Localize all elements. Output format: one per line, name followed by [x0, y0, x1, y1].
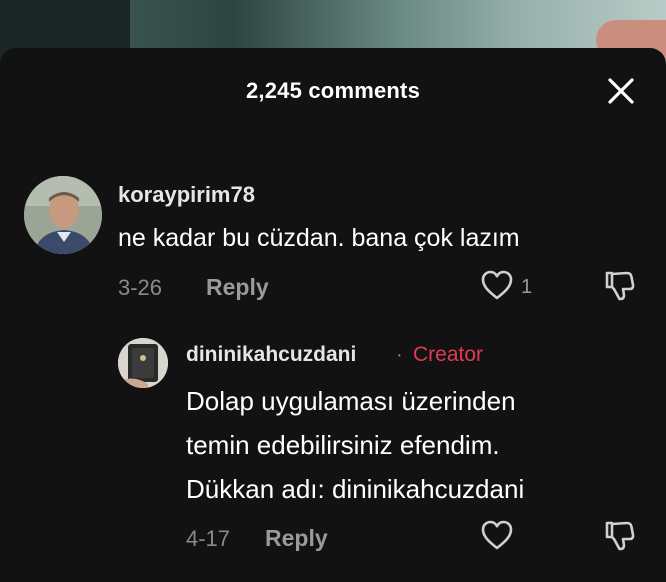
reply-dislike-button[interactable]	[603, 518, 637, 552]
dislike-icon	[605, 521, 635, 551]
avatar-photo	[118, 338, 168, 388]
comments-sheet: 2,245 comments koraypirim78 ne kadar bu …	[0, 48, 666, 582]
dislike-icon	[605, 271, 635, 301]
reply-text-line-1: Dolap uygulaması üzerinden	[186, 386, 516, 416]
comment-like-count: 1	[521, 276, 533, 298]
creator-avatar[interactable]	[118, 338, 168, 388]
comment-dislike-button[interactable]	[603, 268, 637, 302]
comments-count-title: 2,245 comments	[246, 78, 420, 103]
reply-like-button[interactable]	[480, 519, 514, 551]
close-button[interactable]	[606, 76, 636, 106]
avatar-photo	[24, 176, 102, 254]
creator-username[interactable]: dininikahcuzdani	[186, 343, 356, 367]
close-icon	[608, 78, 634, 104]
comment-text: ne kadar bu cüzdan. bana çok lazım	[118, 224, 520, 252]
creator-badge: Creator	[413, 343, 484, 366]
creator-separator: ·	[396, 344, 403, 366]
reply-text-line-2: temin edebilirsiniz efendim.	[186, 430, 500, 460]
reply-text-line-3: Dükkan adı: dininikahcuzdani	[186, 474, 525, 504]
comment-like-button[interactable]	[480, 269, 514, 301]
commenter-avatar[interactable]	[24, 176, 102, 254]
heart-icon	[481, 520, 513, 550]
comment-date: 3-26	[118, 275, 163, 300]
reply-date: 4-17	[186, 526, 231, 551]
commenter-username[interactable]: koraypirim78	[118, 182, 255, 208]
heart-icon	[481, 270, 513, 300]
comment-reply-button[interactable]: Reply	[206, 274, 269, 301]
reply-reply-button[interactable]: Reply	[265, 525, 328, 552]
